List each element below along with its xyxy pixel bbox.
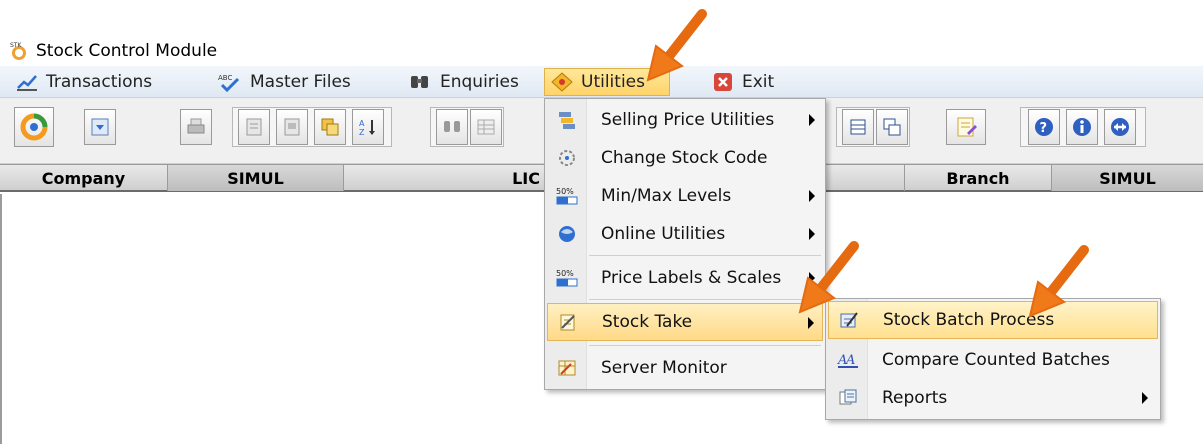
abc-spellcheck-icon: ABC [218,74,240,92]
download-button[interactable] [84,109,116,145]
menu-item-server-monitor[interactable]: Server Monitor [547,349,823,387]
reports-icon [839,389,857,405]
printer-icon [187,118,205,134]
doc-view-button[interactable] [276,109,308,145]
percent-level-icon: 50% [556,269,578,287]
chart-icon [17,75,37,91]
grid-button[interactable] [470,109,502,145]
percent-level-icon: 50% [556,187,578,205]
annotation-arrow-icon [798,241,859,314]
copy-button[interactable] [314,109,346,145]
document-view-icon [284,118,300,136]
menu-enquiries[interactable]: Enquiries [402,68,525,96]
svg-text:A: A [845,353,855,368]
utilities-dropdown-menu: Selling Price Utilities Change Stock Cod… [544,98,826,390]
refresh-button[interactable] [14,107,54,147]
windows-icon [883,118,901,136]
svg-text:ABC: ABC [218,74,232,82]
menu-exit-label: Exit [742,72,775,92]
download-icon [91,118,109,136]
doc-edit-button[interactable] [238,109,270,145]
server-monitor-icon [558,360,576,376]
menu-item-min-max-levels[interactable]: 50% Min/Max Levels [547,177,823,215]
navigate-icon [1111,118,1129,136]
menu-master-files[interactable]: ABC Master Files [212,68,357,96]
sort-button[interactable]: AZ [352,109,384,145]
notes-icon [957,117,977,137]
navigate-button[interactable] [1104,109,1136,145]
annotation-arrow-icon [646,9,707,82]
svg-text:STK: STK [10,42,22,49]
info-icon [1073,118,1091,136]
menu-item-price-labels-scales[interactable]: 50% Price Labels & Scales [547,259,823,297]
menu-master-files-label: Master Files [250,72,351,92]
menu-transactions-label: Transactions [46,72,153,92]
compare-icon: AA [837,353,858,368]
menu-transactions[interactable]: Transactions [10,68,158,96]
menu-item-change-stock-code[interactable]: Change Stock Code [547,139,823,177]
price-stack-icon [559,112,575,129]
help-button[interactable]: ? [1028,109,1060,145]
help-icon: ? [1035,118,1053,136]
list-icon [850,119,866,135]
branch-label: Branch [904,165,1052,191]
company-value: SIMUL [168,165,344,191]
menu-item-compare-counted-batches[interactable]: AA Compare Counted Batches [828,341,1158,379]
utilities-icon [551,72,573,92]
submenu-arrow-icon [809,190,815,202]
svg-text:A: A [359,119,365,128]
title-bar: STK Stock Control Module [0,36,1203,66]
menu-item-stock-take[interactable]: Stock Take [547,303,823,341]
svg-text:?: ? [1040,121,1048,136]
binoculars-icon [444,121,460,132]
list-layout-button[interactable] [842,109,874,145]
svg-text:Z: Z [359,128,365,137]
windows-button[interactable] [876,109,908,145]
refresh-icon [20,113,48,141]
sort-az-icon: AZ [359,119,375,137]
annotation-arrow-icon [1028,245,1089,318]
menu-item-online-utilities[interactable]: Online Utilities [547,215,823,253]
submenu-arrow-icon [1142,392,1148,404]
svg-text:50%: 50% [556,269,574,278]
stock-take-submenu: Stock Batch Process AA Compare Counted B… [825,298,1161,420]
info-button[interactable] [1066,109,1098,145]
menu-separator [589,299,821,300]
document-edit-icon [246,118,262,136]
stock-take-icon [560,314,575,331]
menu-separator [589,345,821,346]
cycle-icon [559,150,575,166]
branch-value: SIMUL [1052,165,1203,191]
print-button[interactable] [180,109,212,145]
copy-icon [321,118,339,136]
menu-separator [589,255,821,256]
menu-enquiries-label: Enquiries [440,72,519,92]
submenu-arrow-icon [809,114,815,126]
online-globe-icon [559,226,575,242]
menu-item-reports[interactable]: Reports [828,379,1158,417]
app-logo-icon: STK [10,42,26,60]
company-label: Company [0,165,168,191]
window-title: Stock Control Module [36,41,218,61]
notes-button[interactable] [946,109,986,145]
binoculars-icon [411,76,428,88]
submenu-arrow-icon [809,228,815,240]
menu-item-stock-batch-process[interactable]: Stock Batch Process [828,301,1158,339]
find-button[interactable] [436,109,468,145]
svg-text:50%: 50% [556,187,574,196]
menu-utilities-label: Utilities [581,72,645,92]
menu-item-selling-price-utilities[interactable]: Selling Price Utilities [547,101,823,139]
menu-bar: Transactions ABC Master Files Enquiries … [0,66,1203,98]
grid-icon [477,119,495,135]
